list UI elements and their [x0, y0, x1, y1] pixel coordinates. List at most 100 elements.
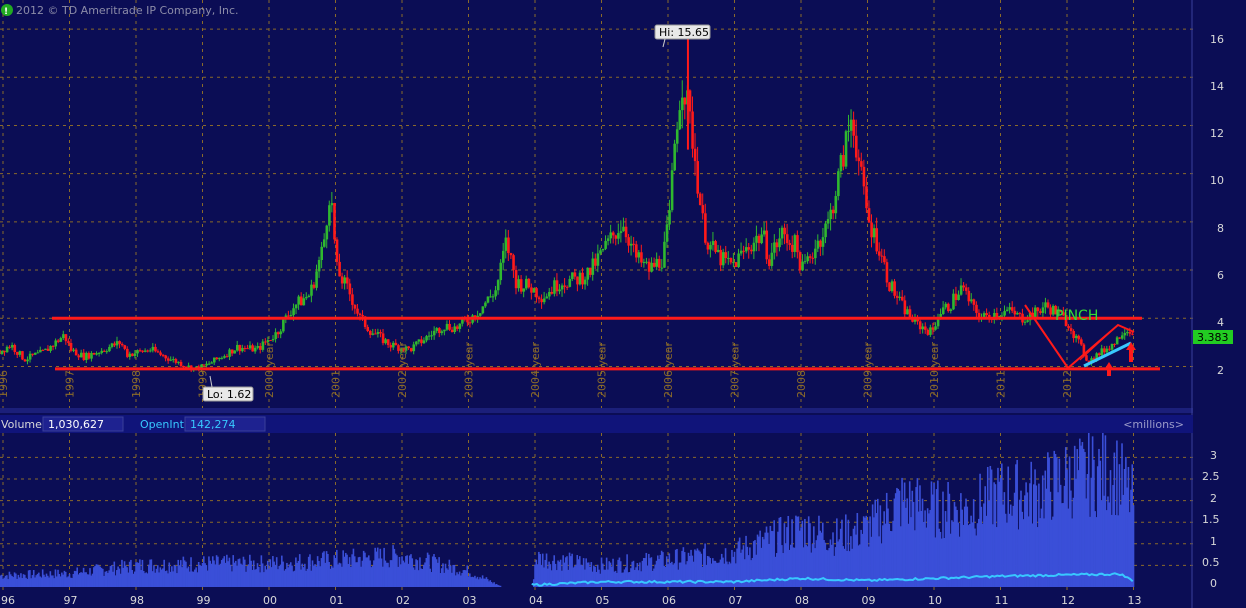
candle — [535, 286, 538, 303]
candle — [645, 257, 648, 265]
candle — [243, 345, 247, 352]
candle — [545, 293, 549, 299]
candle — [338, 253, 341, 277]
candle — [21, 350, 24, 361]
candle — [681, 80, 684, 129]
candle — [10, 342, 14, 351]
copyright-text: 2012 © TD Ameritrade IP Company, Inc. — [16, 4, 239, 17]
candle — [256, 342, 260, 350]
candle — [525, 275, 528, 291]
candle — [384, 337, 387, 345]
candle — [64, 334, 68, 345]
candle — [33, 352, 37, 356]
candle — [895, 291, 899, 305]
candle — [131, 353, 134, 357]
candle — [716, 244, 720, 253]
candle — [701, 193, 705, 220]
candle — [504, 229, 508, 259]
candle — [783, 223, 786, 245]
candle — [59, 336, 63, 343]
candle — [317, 256, 321, 278]
year-label: 2009 year — [862, 341, 875, 398]
candle — [924, 322, 927, 334]
volume-tick: 0.5 — [1202, 556, 1220, 569]
panel-divider[interactable] — [0, 408, 1246, 413]
candle — [936, 313, 940, 330]
candle — [0, 350, 4, 355]
candle — [432, 326, 436, 340]
candle — [765, 220, 769, 264]
x-axis-label: 00 — [263, 594, 277, 607]
candle — [663, 231, 666, 268]
candle — [202, 364, 206, 366]
candle — [706, 241, 710, 255]
hi-label: Hi: 15.65 — [659, 26, 709, 39]
candle — [614, 234, 618, 246]
candle — [808, 254, 812, 264]
candle — [773, 234, 776, 260]
candle — [903, 295, 907, 318]
year-label: 2005 year — [596, 341, 609, 398]
candle — [954, 286, 958, 307]
candle — [74, 347, 78, 356]
candle — [555, 273, 559, 297]
candle — [594, 253, 597, 269]
candle — [957, 290, 960, 301]
candle — [156, 349, 160, 353]
candle — [392, 341, 395, 351]
candle — [1067, 324, 1070, 331]
candle — [849, 109, 853, 148]
candle — [581, 267, 584, 290]
candle — [711, 231, 715, 251]
candle — [23, 358, 27, 362]
candle — [215, 357, 219, 360]
candle — [698, 192, 702, 206]
volume-tick: 2.5 — [1202, 470, 1220, 483]
candle — [668, 199, 671, 231]
candle — [916, 315, 919, 325]
candle — [128, 351, 132, 360]
candle — [1077, 334, 1081, 344]
candle — [791, 235, 794, 259]
candle — [652, 257, 656, 268]
candle — [430, 330, 433, 340]
candle — [427, 331, 431, 341]
year-label: 2001 — [330, 370, 343, 398]
candle — [877, 242, 881, 261]
candle — [36, 349, 40, 354]
candle — [1005, 306, 1009, 312]
x-axis-label: 13 — [1128, 594, 1142, 607]
candle — [210, 361, 214, 364]
candle — [103, 349, 106, 353]
candle — [1016, 311, 1019, 315]
volume-bar — [499, 585, 502, 587]
candle — [356, 303, 359, 317]
candle — [788, 239, 792, 251]
candle — [151, 343, 155, 353]
candle — [136, 349, 139, 357]
candle — [312, 281, 316, 290]
candle — [379, 329, 382, 338]
candle — [108, 344, 111, 353]
candle — [448, 320, 451, 331]
candle — [1080, 337, 1083, 346]
candle — [714, 239, 717, 254]
year-label: 1998 — [130, 370, 143, 398]
candle — [499, 259, 503, 285]
candle — [537, 295, 541, 304]
candle — [819, 239, 822, 257]
candle — [944, 302, 948, 310]
candle — [867, 200, 871, 223]
candle — [335, 237, 339, 266]
candle — [371, 328, 375, 336]
candle — [975, 301, 978, 319]
candle — [146, 349, 150, 353]
candle — [576, 276, 579, 292]
candle — [908, 305, 912, 319]
candle — [770, 243, 774, 269]
candle — [386, 339, 390, 348]
x-axis-label: 06 — [662, 594, 676, 607]
candle — [415, 340, 418, 347]
candle — [583, 276, 587, 290]
candle — [345, 270, 349, 290]
